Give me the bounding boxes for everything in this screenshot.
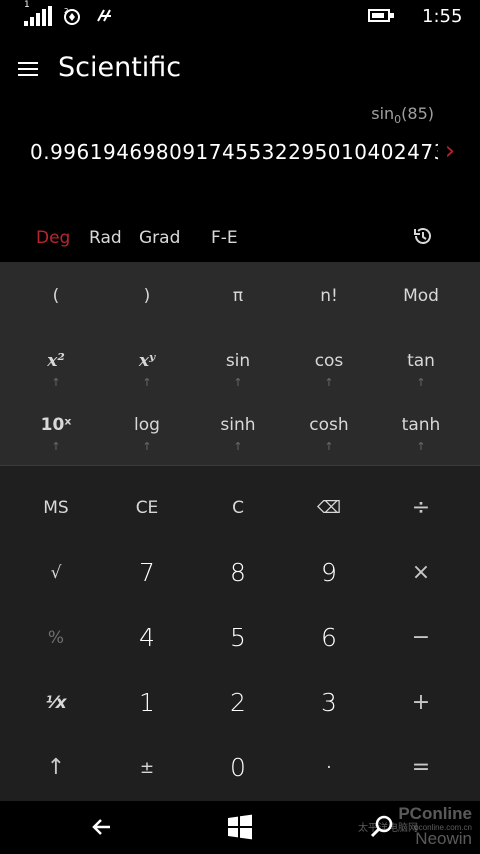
mode-deg[interactable]: Deg (36, 227, 70, 249)
backspace-icon: ⌫ (316, 498, 342, 518)
key-5[interactable]: 5 (192, 622, 284, 654)
key-shift-arrow[interactable]: ↑ (10, 752, 102, 784)
sim-number: 1 (24, 0, 30, 10)
key-cos[interactable]: cos ↑ (283, 349, 375, 389)
shift-hint-icon: ↑ (51, 376, 61, 389)
shift-hint-icon: ↑ (142, 376, 152, 389)
data-connection-icon: 2 (64, 7, 80, 25)
key-9[interactable]: 9 (283, 557, 375, 589)
shift-hint-icon: ↑ (51, 440, 61, 453)
key-reciprocal[interactable]: ¹⁄x (10, 687, 102, 719)
mode-rad[interactable]: Rad (89, 227, 122, 249)
wifi-calling-icon (97, 9, 111, 22)
key-negate[interactable]: ± (101, 752, 193, 784)
back-arrow-icon[interactable] (88, 813, 116, 841)
shift-hint-icon: ↑ (142, 440, 152, 453)
key-power[interactable]: xʸ ↑ (101, 349, 193, 389)
shift-hint-icon: ↑ (324, 440, 334, 453)
key-ten-power[interactable]: 10ˣ ↑ (10, 413, 102, 453)
mode-grad[interactable]: Grad (139, 227, 180, 249)
shift-arrow-icon: ↑ (46, 755, 66, 780)
key-close-paren[interactable]: ) (101, 284, 193, 308)
key-decimal[interactable]: · (283, 752, 375, 784)
battery-charging-icon (368, 9, 394, 22)
key-tanh[interactable]: tanh ↑ (375, 413, 467, 453)
result-value: 0.99619469809174553229501040247389 (30, 140, 438, 164)
shift-hint-icon: ↑ (324, 376, 334, 389)
key-sinh[interactable]: sinh ↑ (192, 413, 284, 453)
key-open-paren[interactable]: ( (10, 284, 102, 308)
clock: 1:55 (422, 6, 463, 27)
key-percent[interactable]: % (10, 622, 102, 654)
expression-display: sin0(85) (371, 104, 434, 126)
result-display: 0.99619469809174553229501040247389 (30, 136, 438, 168)
windows-logo-icon[interactable] (226, 813, 254, 841)
scientific-panel: ( ) π n! Mod x² ↑ xʸ ↑ sin ↑ cos ↑ tan ↑ 10ˣ ↑… (0, 262, 480, 465)
key-equals[interactable]: = (375, 752, 467, 784)
keypad: MS CE C ⌫ ÷ √ 7 8 9 × % 4 5 6 − ¹⁄x 1 2 … (0, 465, 480, 801)
key-memory-store[interactable]: MS (10, 492, 102, 524)
key-pi[interactable]: π (192, 284, 284, 308)
scroll-right-chevron-icon[interactable]: › (440, 136, 460, 168)
key-1[interactable]: 1 (101, 687, 193, 719)
key-factorial[interactable]: n! (283, 284, 375, 308)
key-3[interactable]: 3 (283, 687, 375, 719)
key-sqrt[interactable]: √ (10, 557, 102, 589)
status-bar: 1 2 1:55 (0, 0, 480, 34)
key-tan[interactable]: tan ↑ (375, 349, 467, 389)
mode-fe[interactable]: F-E (211, 227, 238, 249)
key-clear-entry[interactable]: CE (101, 492, 193, 524)
svg-text:2: 2 (64, 7, 68, 15)
history-icon[interactable] (411, 225, 433, 247)
expression-argument: (85) (401, 104, 434, 123)
key-7[interactable]: 7 (101, 557, 193, 589)
navigation-bar: PConline pconline.com.cn 太平洋电脑网 Neowin (0, 801, 480, 854)
hamburger-menu-icon[interactable] (18, 60, 40, 78)
watermark-site: Neowin (415, 829, 472, 848)
key-log[interactable]: log ↑ (101, 413, 193, 453)
shift-hint-icon: ↑ (233, 376, 243, 389)
key-multiply[interactable]: × (375, 557, 467, 589)
watermark-tagline: 太平洋电脑网 (358, 823, 418, 834)
key-backspace[interactable]: ⌫ (283, 492, 375, 524)
key-0[interactable]: 0 (192, 752, 284, 784)
shift-hint-icon: ↑ (416, 440, 426, 453)
key-mod[interactable]: Mod (375, 284, 467, 308)
shift-hint-icon: ↑ (416, 376, 426, 389)
expression-function: sin (371, 104, 395, 123)
key-6[interactable]: 6 (283, 622, 375, 654)
key-4[interactable]: 4 (101, 622, 193, 654)
key-add[interactable]: + (375, 687, 467, 719)
key-8[interactable]: 8 (192, 557, 284, 589)
key-divide[interactable]: ÷ (375, 492, 467, 524)
key-clear[interactable]: C (192, 492, 284, 524)
key-cosh[interactable]: cosh ↑ (283, 413, 375, 453)
key-subtract[interactable]: − (375, 622, 467, 654)
shift-hint-icon: ↑ (233, 440, 243, 453)
key-square[interactable]: x² ↑ (10, 349, 102, 389)
key-sin[interactable]: sin ↑ (192, 349, 284, 389)
page-title: Scientific (58, 52, 182, 83)
key-2[interactable]: 2 (192, 687, 284, 719)
